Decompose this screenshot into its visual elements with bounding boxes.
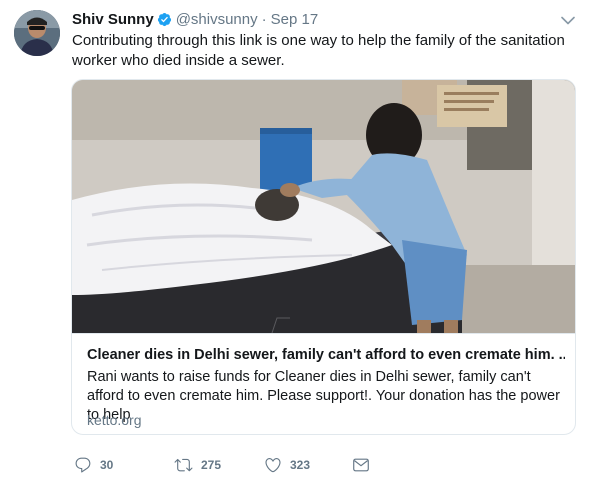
card-domain: ketto.org [87,412,142,428]
tweet-header: Shiv Sunny @shivsunny · Sep 17 [72,9,318,29]
like-count: 323 [290,458,311,472]
display-name[interactable]: Shiv Sunny [72,11,154,28]
retweet-icon [174,456,193,474]
chevron-down-icon[interactable] [560,14,576,26]
verified-badge-icon [157,12,172,27]
card-image[interactable] [72,80,575,334]
retweet-count: 275 [201,458,222,472]
avatar[interactable] [14,10,60,56]
like-icon [264,456,282,474]
card-title: Cleaner dies in Delhi sewer, family can'… [87,347,565,363]
reply-icon [74,456,92,474]
tweet-actions: 30 275 323 [74,455,400,475]
tweet-text: Contributing through this link is one wa… [72,32,565,69]
handle[interactable]: @shivsunny [176,11,258,28]
separator-dot: · [261,10,267,28]
direct-message-button[interactable] [352,457,370,473]
direct-message-icon [352,457,370,473]
reply-count: 30 [100,458,114,472]
reply-button[interactable]: 30 [74,456,144,474]
card-body[interactable]: Cleaner dies in Delhi sewer, family can'… [72,333,575,434]
retweet-button[interactable]: 275 [174,456,264,474]
like-button[interactable]: 323 [264,456,352,474]
timestamp[interactable]: Sep 17 [271,11,319,28]
card-description: Rani wants to raise funds for Cleaner di… [87,369,560,423]
tweet[interactable]: Shiv Sunny @shivsunny · Sep 17 Contribut… [0,0,590,486]
link-card[interactable]: Cleaner dies in Delhi sewer, family can'… [71,79,576,435]
